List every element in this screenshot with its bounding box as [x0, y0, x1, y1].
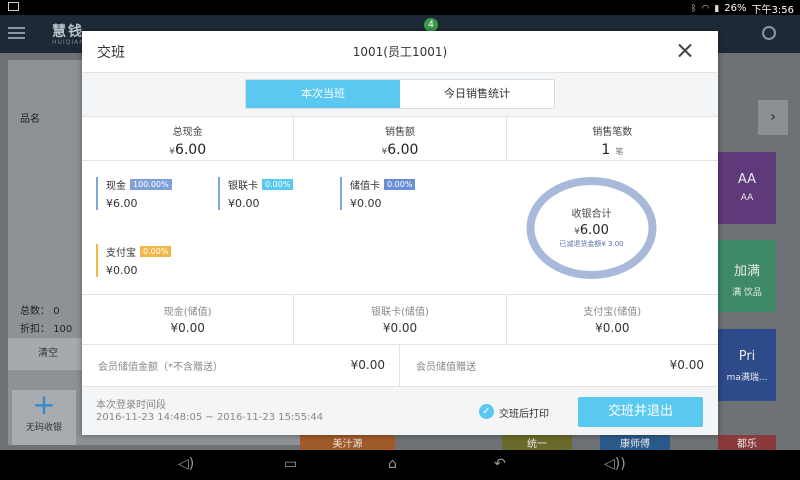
volume-down-icon[interactable]: ◁): [178, 456, 194, 472]
stored-alipay: 支付宝(储值) ¥0.00: [583, 307, 642, 335]
status-icons: ᛒ ◠ ▮ 26% 下午3:56: [691, 1, 794, 16]
product-tile[interactable]: 康师傅: [600, 435, 670, 450]
payment-unionpay: 银联卡 0.00% ¥0.00: [218, 177, 294, 210]
ring-title: 收银合计: [571, 209, 612, 220]
member-gift-amount: 会员储值赠送 ¥0.00: [416, 358, 704, 373]
percent-badge: 0.00%: [262, 179, 294, 190]
percent-badge: 0.00%: [140, 246, 172, 257]
summary-row: 总现金 ¥6.00 销售额 ¥6.00 销售笔数 1 笔: [82, 117, 718, 161]
ring-total: ¥6.00: [574, 223, 609, 238]
summary-sales-amount: 销售额 ¥6.00: [294, 117, 507, 160]
stored-value-row: 现金(储值) ¥0.00 银联卡(储值) ¥0.00 支付宝(储值) ¥0.00: [82, 295, 718, 345]
print-checkbox[interactable]: ✓: [479, 404, 494, 419]
percent-badge: 100.00%: [130, 179, 172, 190]
system-nav-bar: ◁) ▭ ⌂ ↶ ◁)): [0, 450, 800, 480]
app-logo: 慧钱: [52, 24, 84, 40]
tab-today-sales[interactable]: 今日销售统计: [400, 80, 554, 108]
total-count: 总数： 0: [20, 306, 60, 317]
member-stored-amount: 会员储值金额（*不含赠送） ¥0.00: [82, 345, 400, 387]
recent-apps-icon[interactable]: ▭: [284, 456, 297, 472]
summary-total-cash: 总现金 ¥6.00: [82, 117, 295, 160]
no-barcode-checkout-button[interactable]: + 无码收银: [12, 390, 76, 445]
back-icon[interactable]: ↶: [494, 456, 506, 472]
employee-label: 1001(员工1001): [352, 45, 448, 59]
screenshot-icon: [8, 2, 19, 11]
tab-current-shift[interactable]: 本次当班: [246, 80, 400, 108]
tab-group: 本次当班 今日销售统计: [245, 79, 555, 109]
percent-badge: 0.00%: [384, 179, 416, 190]
volume-up-icon[interactable]: ◁)): [604, 456, 626, 472]
clock: 下午3:56: [751, 5, 794, 16]
close-icon[interactable]: [678, 43, 692, 57]
plus-icon: +: [32, 388, 56, 421]
product-tile[interactable]: 统一: [502, 435, 572, 450]
shift-handover-dialog: 交班 1001(员工1001) 本次当班 今日销售统计 总现金 ¥6.00 销售…: [82, 31, 718, 435]
product-tile[interactable]: Pri ma满瑞...: [718, 329, 776, 401]
product-tile[interactable]: 加满 满 饮品: [718, 240, 776, 312]
clear-button[interactable]: 清空: [8, 338, 88, 370]
member-row: 会员储值金额（*不含赠送） ¥0.00 会员储值赠送 ¥0.00: [82, 345, 718, 387]
handover-exit-button[interactable]: 交班并退出: [578, 397, 703, 427]
tabs-bar: 本次当班 今日销售统计: [82, 73, 718, 117]
bluetooth-icon: ᛒ: [691, 3, 697, 14]
notification-badge: 4: [424, 18, 438, 32]
login-period-range: 2016-11-23 14:48:05 ~ 2016-11-23 15:55:4…: [96, 412, 324, 423]
login-period-label: 本次登录时间段: [96, 400, 166, 411]
product-tile[interactable]: AA AA: [718, 152, 776, 224]
search-icon[interactable]: [762, 26, 776, 40]
payment-alipay: 支付宝 0.00% ¥0.00: [96, 244, 172, 277]
app-logo-sub: HUIQIAN: [52, 39, 85, 46]
stored-cash: 现金(储值) ¥0.00: [82, 295, 295, 344]
menu-icon[interactable]: [8, 27, 25, 39]
payment-breakdown: 现金 100.00% ¥6.00 银联卡 0.00% ¥0.00 储值卡 0.00% …: [82, 161, 718, 295]
print-checkbox-label[interactable]: 交班后打印: [499, 405, 549, 420]
dialog-footer: 本次登录时间段 2016-11-23 14:48:05 ~ 2016-11-23…: [82, 387, 718, 435]
product-tile[interactable]: 美汁源: [300, 435, 395, 450]
stored-unionpay: 银联卡(储值) ¥0.00: [294, 295, 507, 344]
product-tile[interactable]: 都乐: [718, 435, 776, 450]
payment-cash: 现金 100.00% ¥6.00: [96, 177, 172, 210]
summary-sales-count: 销售笔数 1 笔: [592, 127, 633, 158]
wifi-icon: ◠: [701, 3, 710, 14]
discount: 折扣： 100: [20, 324, 73, 335]
payment-stored-card: 储值卡 0.00% ¥0.00: [340, 177, 416, 210]
column-name-header: 品名: [20, 114, 40, 125]
ring-note: 已减退货金额¥ 3.00: [559, 240, 624, 248]
battery-level: 26%: [724, 3, 747, 14]
status-bar: ᛒ ◠ ▮ 26% 下午3:56: [0, 0, 800, 16]
next-page-button[interactable]: ›: [758, 100, 788, 135]
dialog-header: 交班 1001(员工1001): [82, 31, 718, 73]
cash-total-ring: 收银合计 ¥6.00 已减退货金额¥ 3.00: [525, 176, 658, 280]
battery-icon: ▮: [714, 3, 720, 14]
home-icon[interactable]: ⌂: [388, 456, 397, 472]
